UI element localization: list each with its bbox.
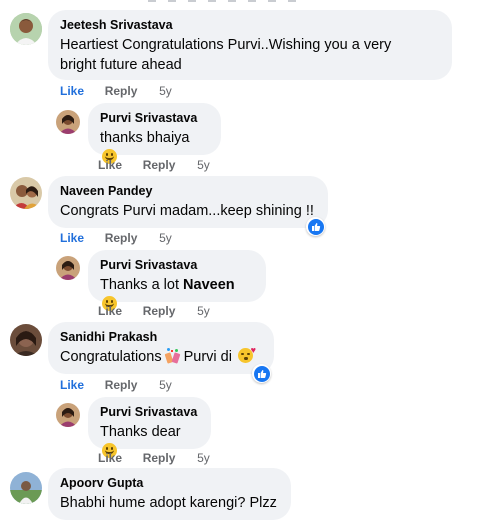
like-button[interactable]: Like [98,157,122,173]
comment-timestamp[interactable]: 5y [159,377,172,393]
like-reaction-icon[interactable] [306,217,325,236]
like-button[interactable]: Like [60,83,84,99]
face-blowing-a-kiss-emoji: ♥ [237,346,256,363]
comment-author[interactable]: Sanidhi Prakash [60,329,262,345]
comment-text-line-1: Heartiest Congratulations Purvi..Wishing… [60,37,392,53]
like-button[interactable]: Like [60,377,84,393]
reply-button[interactable]: Reply [143,303,176,319]
comment-timestamp[interactable]: 5y [159,83,172,99]
reply-timestamp[interactable]: 5y [197,157,210,173]
reply-button[interactable]: Reply [105,377,138,393]
reply-text-content: Thanks a lot [100,277,179,293]
comment-text: Congratulations Purvi di ♥ [60,346,262,367]
comment-actions: Like Reply 5y [60,230,172,246]
comment-text-suffix: Purvi di [183,349,232,365]
reply-text-content: Thanks dear [100,424,181,440]
avatar[interactable] [56,256,80,280]
reply-timestamp[interactable]: 5y [197,450,210,466]
comment-bubble: Apoorv Gupta Bhabhi hume adopt karengi? … [48,468,291,520]
reply-actions: Like Reply 5y [98,157,210,173]
comment-author[interactable]: Naveen Pandey [60,183,316,199]
comment-bubble: Jeetesh Srivastava Heartiest Congratulat… [48,10,452,80]
reply-author[interactable]: Purvi Srivastava [100,257,254,273]
avatar[interactable] [10,13,42,45]
comment-text-line-2: bright future ahead [60,57,182,73]
reply-bubble: Purvi Srivastava Thanks dear [88,397,211,458]
like-button[interactable]: Like [98,450,122,466]
comment-author[interactable]: Apoorv Gupta [60,475,279,491]
confetti-ball-emoji [164,348,181,364]
like-reaction-icon[interactable] [252,364,271,383]
comment-bubble: Sanidhi Prakash Congratulations Purvi di … [48,322,274,374]
reply-bubble: Purvi Srivastava thanks bhaiya [88,103,221,164]
reply-author[interactable]: Purvi Srivastava [100,110,209,126]
like-button[interactable]: Like [98,303,122,319]
avatar[interactable] [56,110,80,134]
reply-text-content: thanks bhaiya [100,130,190,146]
comment-text: Congrats Purvi madam...keep shining !! [60,203,314,219]
comment-author[interactable]: Jeetesh Srivastava [60,17,440,33]
comment-text-prefix: Congratulations [60,349,162,365]
avatar[interactable] [10,324,42,356]
avatar[interactable] [10,177,42,209]
avatar[interactable] [56,403,80,427]
reply-button[interactable]: Reply [105,230,138,246]
comment-bubble: Naveen Pandey Congrats Purvi madam...kee… [48,176,328,228]
comment-text: Bhabhi hume adopt karengi? Plzz [60,495,277,511]
reply-button[interactable]: Reply [143,450,176,466]
reply-button[interactable]: Reply [105,83,138,99]
reply-bubble: Purvi Srivastava Thanks a lot Naveen [88,250,266,311]
comment-actions: Like Reply 5y [60,83,172,99]
reply-timestamp[interactable]: 5y [197,303,210,319]
reply-author[interactable]: Purvi Srivastava [100,404,199,420]
comment-text: Heartiest Congratulations Purvi..Wishing… [60,35,440,75]
reply-actions: Like Reply 5y [98,303,210,319]
mention-link[interactable]: Naveen [183,277,235,293]
comment-actions: Like Reply 5y [60,377,172,393]
reply-button[interactable]: Reply [143,157,176,173]
comment-timestamp[interactable]: 5y [159,230,172,246]
avatar[interactable] [10,472,42,504]
like-button[interactable]: Like [60,230,84,246]
reply-actions: Like Reply 5y [98,450,210,466]
top-divider [0,0,484,6]
